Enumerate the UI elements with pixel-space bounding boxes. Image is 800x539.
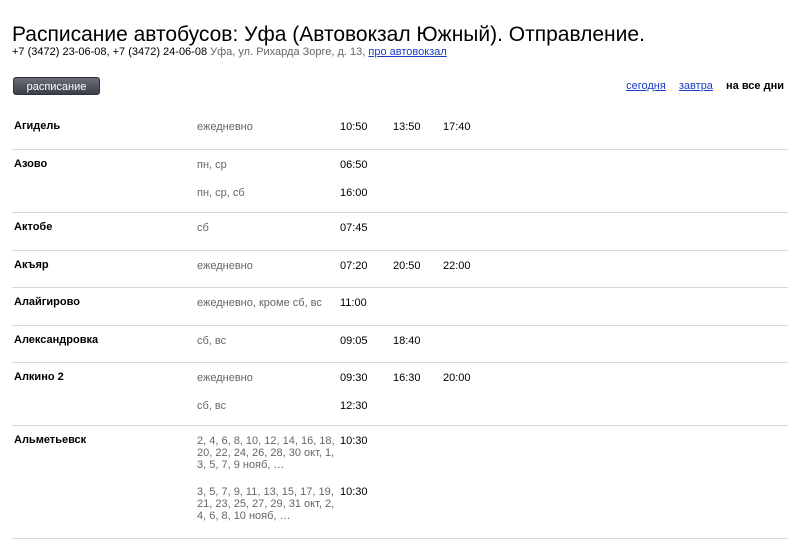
schedule-days: 3, 5, 7, 9, 11, 13, 15, 17, 19, 21, 23, … bbox=[197, 486, 335, 522]
route-destination: Александровка bbox=[14, 334, 99, 346]
station-address: Уфа, ул. Рихарда Зорге, д. 13, bbox=[210, 46, 366, 58]
schedule-days: пн, ср, сб bbox=[197, 187, 245, 199]
departure-time: 11:00 bbox=[340, 297, 367, 309]
route-row: Актобе сб 07:45 bbox=[12, 213, 788, 251]
station-phones: +7 (3472) 23-06-08, +7 (3472) 24-06-08 bbox=[12, 46, 208, 58]
route-row: Альметьевск 2, 4, 6, 8, 10, 12, 14, 16, 1… bbox=[12, 426, 788, 539]
filter-today-link[interactable]: сегодня bbox=[626, 80, 666, 92]
schedule-tab-button[interactable]: расписание bbox=[13, 77, 100, 95]
route-row: Алкино 2 ежедневно 09:30 16:30 20:00 сб, вс 12… bbox=[12, 363, 788, 426]
departure-time: 20:00 bbox=[443, 372, 471, 384]
departure-time: 20:50 bbox=[393, 260, 421, 272]
schedule-days: сб bbox=[197, 222, 209, 234]
schedule-days: 2, 4, 6, 8, 10, 12, 14, 16, 18, 20, 22, … bbox=[197, 435, 335, 471]
departure-time: 10:30 bbox=[340, 435, 368, 447]
departure-time: 10:50 bbox=[340, 121, 368, 133]
departure-time: 17:40 bbox=[443, 121, 471, 133]
schedule-days: пн, ср bbox=[197, 159, 227, 171]
route-row: Азово пн, ср 06:50 пн, ср, сб 16:00 bbox=[12, 150, 788, 213]
station-info: +7 (3472) 23-06-08, +7 (3472) 24-06-08 У… bbox=[12, 46, 447, 59]
departure-time: 09:05 bbox=[340, 335, 368, 347]
route-destination: Алкино 2 bbox=[14, 371, 64, 383]
departure-time: 22:00 bbox=[443, 260, 471, 272]
route-destination: Альметьевск bbox=[14, 434, 87, 446]
schedule-days: ежедневно bbox=[197, 372, 253, 384]
route-destination: Азово bbox=[14, 158, 48, 170]
schedule-days: ежедневно bbox=[197, 121, 253, 133]
departure-time: 10:30 bbox=[340, 486, 368, 498]
schedule-days: ежедневно, кроме сб, вс bbox=[197, 297, 322, 309]
route-row: Агидель ежедневно 10:50 13:50 17:40 bbox=[12, 112, 788, 150]
route-row: Александровка сб, вс 09:05 18:40 bbox=[12, 326, 788, 363]
route-destination: Акъяр bbox=[14, 259, 49, 271]
page-title: Расписание автобусов: Уфа (Автовокзал Юж… bbox=[12, 23, 645, 46]
departure-time: 07:45 bbox=[340, 222, 368, 234]
route-destination: Агидель bbox=[14, 120, 61, 132]
route-destination: Алайгирово bbox=[14, 296, 80, 308]
route-row: Алайгирово ежедневно, кроме сб, вс 11:00 bbox=[12, 288, 788, 326]
schedule-days: сб, вс bbox=[197, 335, 227, 347]
route-row: Акъяр ежедневно 07:20 20:50 22:00 bbox=[12, 251, 788, 288]
departure-time: 12:30 bbox=[340, 400, 368, 412]
filter-all-days-current: на все дни bbox=[726, 80, 784, 92]
about-station-link[interactable]: про автовокзал bbox=[368, 46, 446, 58]
departure-time: 16:00 bbox=[340, 187, 368, 199]
schedule-days: сб, вс bbox=[197, 400, 227, 412]
departure-time: 18:40 bbox=[393, 335, 421, 347]
departure-time: 09:30 bbox=[340, 372, 368, 384]
filter-tomorrow-link[interactable]: завтра bbox=[679, 80, 713, 92]
schedule-days: ежедневно bbox=[197, 260, 253, 272]
departure-time: 06:50 bbox=[340, 159, 368, 171]
day-filter: сегодня завтра на все дни bbox=[616, 80, 784, 92]
route-destination: Актобе bbox=[14, 221, 53, 233]
departure-time: 16:30 bbox=[393, 372, 421, 384]
departure-time: 07:20 bbox=[340, 260, 368, 272]
departure-time: 13:50 bbox=[393, 121, 421, 133]
